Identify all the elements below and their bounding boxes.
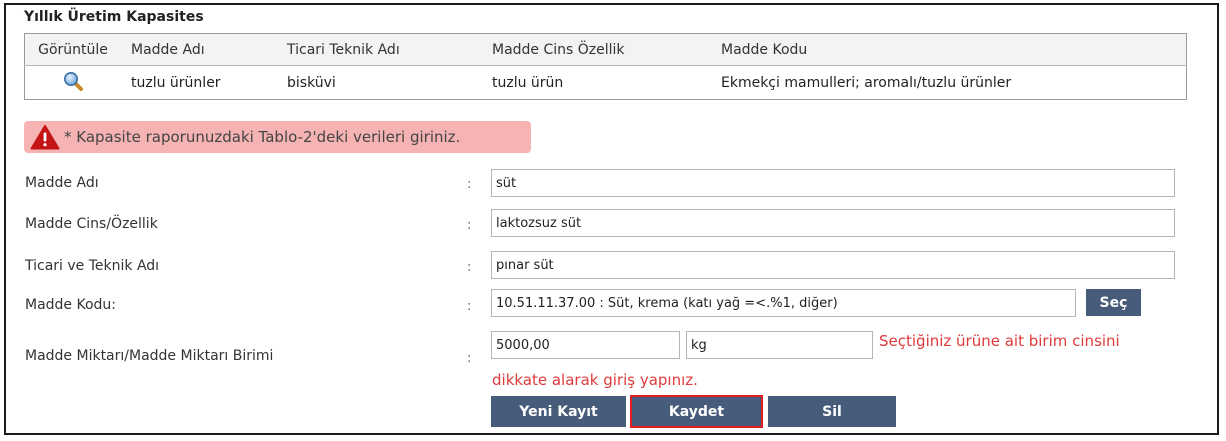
warning-text: * Kapasite raporunuzdaki Tablo-2'deki ve… [64,128,461,146]
miktar-input[interactable] [491,331,680,359]
colon: : [467,351,472,366]
cell-ticari: bisküvi [287,74,336,91]
ticari-teknik-adi-input[interactable] [491,251,1175,279]
records-table: Görüntüle Madde Adı Ticari Teknik Adı Ma… [24,33,1187,100]
view-cell [25,66,122,100]
kaydet-button[interactable]: Kaydet [630,395,763,428]
table-row: tuzlu ürünler bisküvi tuzlu ürün Ekmekçi… [25,66,1187,100]
cell-kod: Ekmekçi mamulleri; aromalı/tuzlu ürünler [721,74,1012,91]
label-ticari-teknik-adi: Ticari ve Teknik Adı [25,258,160,274]
header-madde-adi: Madde Adı [121,33,277,66]
magnifier-icon[interactable] [63,71,83,95]
madde-adi-input[interactable] [491,169,1175,197]
header-madde-kodu: Madde Kodu [711,33,1187,66]
yeni-kayit-button[interactable]: Yeni Kayıt [491,396,626,427]
warning-banner: * Kapasite raporunuzdaki Tablo-2'deki ve… [24,121,531,153]
label-madde-adi: Madde Adı [25,175,99,191]
section-title: Yıllık Üretim Kapasites [24,9,204,25]
madde-cins-input[interactable] [491,209,1175,237]
colon: : [467,218,472,233]
unit-hint-line1: Seçtiğiniz ürüne ait birim cinsini [879,332,1120,350]
colon: : [467,299,472,314]
label-madde-cins: Madde Cins/Özellik [25,216,158,232]
sec-button[interactable]: Seç [1086,289,1141,316]
unit-hint-line2: dikkate alarak giriş yapınız. [492,371,698,389]
cell-madde-adi: tuzlu ürünler [131,74,221,91]
sil-button[interactable]: Sil [768,396,896,427]
colon: : [467,260,472,275]
header-goruntule: Görüntüle [24,33,121,66]
warning-triangle-icon [30,124,60,154]
birim-input[interactable] [686,331,873,359]
label-madde-miktari: Madde Miktarı/Madde Miktarı Birimi [25,348,274,364]
table-header-row: Görüntüle Madde Adı Ticari Teknik Adı Ma… [24,33,1187,66]
header-madde-cins-ozellik: Madde Cins Özellik [482,33,711,66]
header-ticari-teknik-adi: Ticari Teknik Adı [277,33,482,66]
colon: : [467,177,472,192]
label-madde-kodu: Madde Kodu: [25,297,117,313]
cell-cins: tuzlu ürün [492,74,564,91]
madde-kodu-input[interactable] [491,289,1076,317]
